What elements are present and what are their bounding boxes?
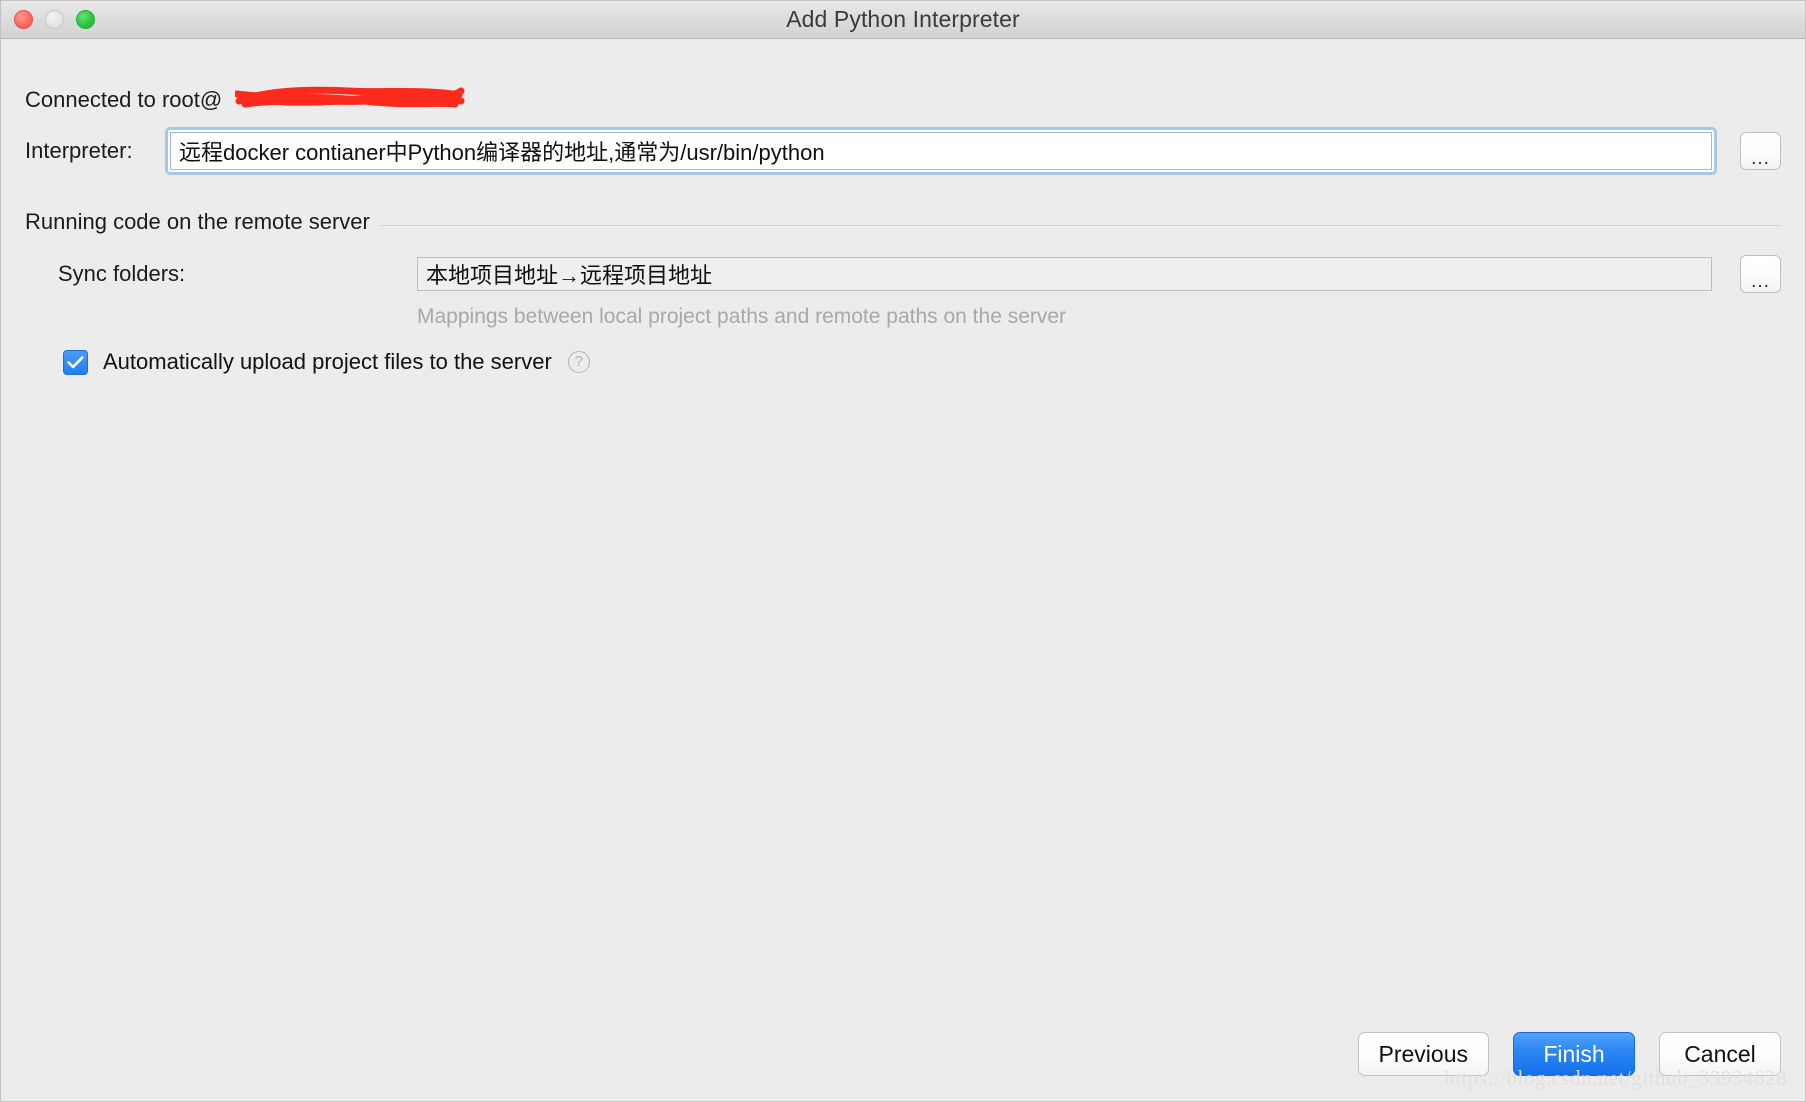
interpreter-input[interactable]: 远程docker contianer中Python编译器的地址,通常为/usr/…: [170, 132, 1712, 170]
group-separator: [373, 225, 1781, 226]
dialog-body: Connected to root@ Interpreter: 远程docker…: [1, 39, 1805, 1101]
sync-folders-row: Sync folders: 本地项目地址→远程项目地址 ...: [25, 255, 1781, 293]
watermark-text: https://blog.csdn.net/github_33934628: [1444, 1066, 1787, 1090]
sync-folders-browse-button[interactable]: ...: [1740, 255, 1781, 293]
auto-upload-checkbox[interactable]: [63, 349, 88, 375]
interpreter-row: Interpreter: 远程docker contianer中Python编译…: [25, 127, 1781, 175]
connection-status-text: Connected to root@: [25, 87, 223, 112]
interpreter-browse-button[interactable]: ...: [1740, 132, 1781, 170]
help-icon[interactable]: ?: [567, 351, 590, 373]
window-title: Add Python Interpreter: [786, 6, 1020, 32]
interpreter-label: Interpreter:: [25, 138, 133, 163]
title-bar: Add Python Interpreter: [1, 1, 1805, 39]
ellipsis-icon: ...: [1751, 271, 1770, 292]
auto-upload-label: Automatically upload project files to th…: [103, 349, 552, 374]
add-python-interpreter-dialog: Add Python Interpreter Connected to root…: [0, 0, 1806, 1102]
redacted-host-scribble: [235, 86, 465, 108]
sync-folders-input[interactable]: 本地项目地址→远程项目地址: [417, 257, 1712, 291]
ellipsis-icon: ...: [1751, 148, 1770, 169]
remote-group-title: Running code on the remote server: [25, 209, 380, 235]
checkmark-icon: [67, 355, 84, 368]
auto-upload-row[interactable]: Automatically upload project files to th…: [63, 349, 590, 375]
sync-folders-label: Sync folders:: [58, 261, 186, 286]
sync-folders-hint: Mappings between local project paths and…: [417, 305, 1067, 328]
